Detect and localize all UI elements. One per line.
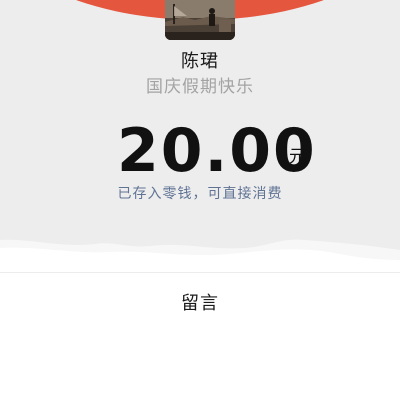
amount-value: 20.00 — [117, 116, 317, 186]
amount-row: 20.00 元 — [0, 116, 400, 186]
stored-to-balance-link[interactable]: 已存入零钱，可直接消费 — [0, 183, 400, 203]
greeting-message: 国庆假期快乐 — [146, 77, 254, 97]
red-packet-detail-screen: 陈珺 国庆假期快乐 20.00 元 已存入零钱，可直接消费 留言 — [0, 0, 400, 400]
sender-name: 陈珺 — [181, 51, 219, 72]
message-label: 留言 — [181, 293, 219, 314]
currency-unit: 元 — [289, 147, 306, 167]
message-section: 留言 — [0, 272, 400, 400]
avatar-photo-icon — [165, 0, 235, 40]
torn-paper-edge — [0, 239, 400, 276]
sender-avatar[interactable] — [165, 0, 235, 40]
